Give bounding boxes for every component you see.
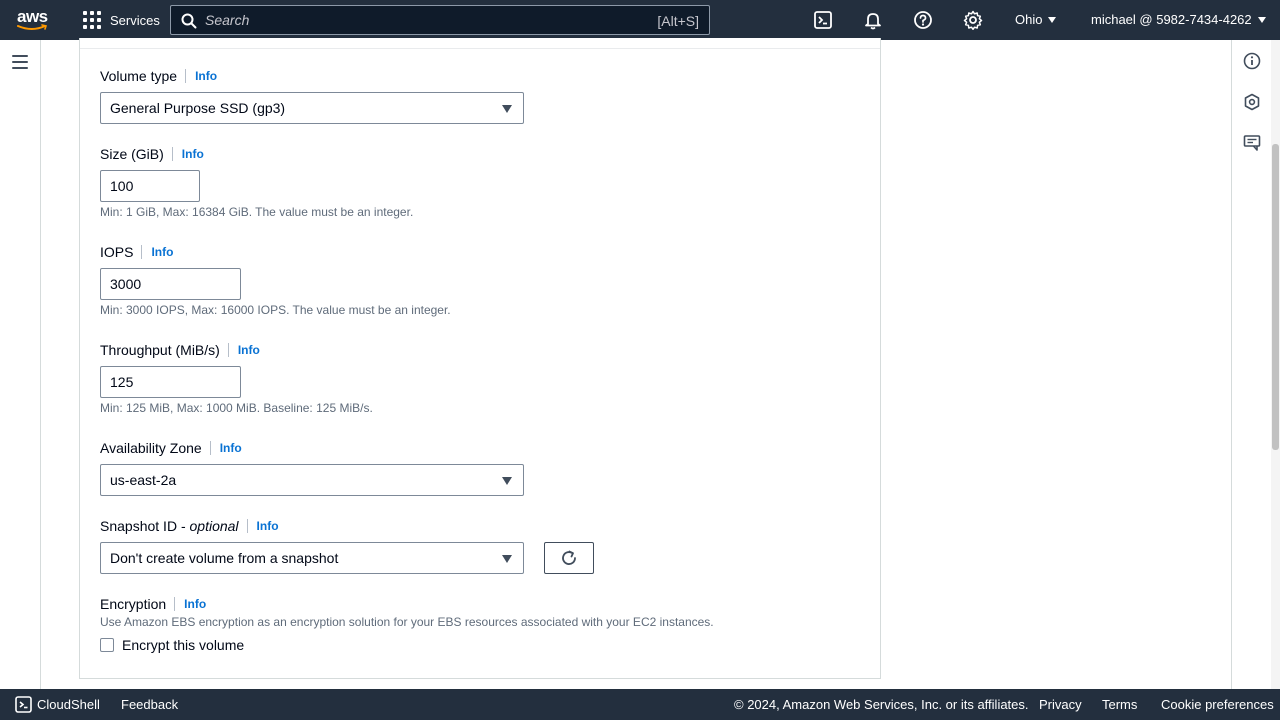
shield-icon[interactable]	[1243, 93, 1261, 111]
region-label: Ohio	[1015, 12, 1043, 27]
size-label: Size (GiB) Info	[100, 146, 204, 162]
main-content: Volume type Info General Purpose SSD (gp…	[41, 38, 1231, 689]
encryption-info-link[interactable]: Info	[174, 597, 206, 611]
footer-cloudshell-link[interactable]: CloudShell	[37, 697, 100, 712]
search-icon	[181, 13, 197, 29]
throughput-label: Throughput (MiB/s) Info	[100, 342, 260, 358]
volume-type-info-link[interactable]: Info	[185, 69, 217, 83]
iops-info-link[interactable]: Info	[141, 245, 173, 259]
snapshot-info-link[interactable]: Info	[246, 519, 279, 533]
encrypt-volume-option[interactable]: Encrypt this volume	[100, 637, 244, 653]
size-input[interactable]	[100, 170, 200, 202]
snapshot-value: Don't create volume from a snapshot	[110, 550, 339, 566]
volume-type-value: General Purpose SSD (gp3)	[110, 100, 286, 116]
snapshot-optional-text: optional	[189, 518, 239, 534]
iops-input[interactable]	[100, 268, 241, 300]
snapshot-select[interactable]: Don't create volume from a snapshot	[100, 542, 524, 574]
encrypt-volume-label: Encrypt this volume	[122, 637, 245, 653]
account-label: michael @ 5982-7434-4262	[1091, 12, 1252, 27]
services-label: Services	[110, 12, 160, 28]
footer-cookie-preferences-link[interactable]: Cookie preferences	[1161, 697, 1274, 712]
size-label-text: Size (GiB)	[100, 146, 164, 162]
snapshot-label: Snapshot ID - optional Info	[100, 518, 279, 534]
availability-zone-info-link[interactable]: Info	[209, 441, 242, 455]
size-info-link[interactable]: Info	[171, 147, 204, 161]
gear-icon[interactable]	[963, 10, 983, 30]
right-rail	[1231, 40, 1271, 689]
aws-logo-text: aws	[17, 7, 48, 26]
region-caret-icon	[1048, 16, 1057, 23]
encryption-label-text: Encryption	[100, 596, 167, 612]
throughput-info-link[interactable]: Info	[227, 343, 260, 357]
cloudshell-icon[interactable]	[15, 696, 32, 713]
aws-logo[interactable]: aws	[17, 8, 51, 32]
search-bar: [Alt+S]	[170, 5, 710, 35]
footer-terms-link[interactable]: Terms	[1102, 697, 1137, 712]
footer-copyright: © 2024, Amazon Web Services, Inc. or its…	[734, 697, 1029, 712]
account-menu[interactable]: michael @ 5982-7434-4262	[1091, 12, 1266, 27]
iops-hint: Min: 3000 IOPS, Max: 16000 IOPS. The val…	[100, 303, 451, 317]
services-menu-button[interactable]: Services	[83, 11, 160, 29]
size-hint: Min: 1 GiB, Max: 16384 GiB. The value mu…	[100, 205, 414, 219]
volume-type-label-text: Volume type	[100, 68, 178, 84]
volume-settings-panel: Volume type Info General Purpose SSD (gp…	[79, 38, 881, 679]
search-shortcut-hint: [Alt+S]	[657, 13, 699, 29]
cloudshell-icon[interactable]	[813, 10, 833, 30]
encrypt-volume-checkbox[interactable]	[100, 638, 114, 652]
chevron-down-icon	[502, 477, 512, 485]
menu-icon[interactable]	[12, 55, 28, 69]
throughput-hint: Min: 125 MiB, Max: 1000 MiB. Baseline: 1…	[100, 401, 373, 415]
bell-icon[interactable]	[863, 10, 883, 30]
volume-type-select[interactable]: General Purpose SSD (gp3)	[100, 92, 524, 124]
top-navigation: aws Services [Alt+S] O	[0, 0, 1280, 40]
encryption-label: Encryption Info	[100, 596, 206, 612]
services-grid-icon	[83, 11, 101, 29]
throughput-label-text: Throughput (MiB/s)	[100, 342, 220, 358]
refresh-icon	[562, 550, 576, 565]
refresh-snapshots-button[interactable]	[544, 542, 594, 574]
page-scrollbar[interactable]	[1271, 40, 1280, 689]
panel-divider	[80, 48, 880, 49]
region-selector[interactable]: Ohio	[1015, 12, 1057, 27]
throughput-input[interactable]	[100, 366, 241, 398]
availability-zone-select[interactable]: us-east-2a	[100, 464, 524, 496]
footer-feedback-link[interactable]: Feedback	[121, 697, 178, 712]
iops-label: IOPS Info	[100, 244, 173, 260]
footer-privacy-link[interactable]: Privacy	[1039, 697, 1082, 712]
snapshot-label-text: Snapshot ID -	[100, 518, 190, 534]
footer: CloudShell Feedback © 2024, Amazon Web S…	[0, 689, 1280, 720]
help-icon[interactable]	[913, 10, 933, 30]
iops-label-text: IOPS	[100, 244, 134, 260]
volume-type-label: Volume type Info	[100, 68, 217, 84]
left-rail	[0, 40, 41, 689]
availability-zone-label: Availability Zone Info	[100, 440, 242, 456]
account-caret-icon	[1257, 16, 1266, 23]
scrollbar-thumb[interactable]	[1272, 144, 1279, 450]
encryption-description: Use Amazon EBS encryption as an encrypti…	[100, 615, 714, 629]
search-input[interactable]	[205, 10, 645, 30]
aws-smile-icon	[17, 24, 48, 30]
availability-zone-label-text: Availability Zone	[100, 440, 202, 456]
availability-zone-value: us-east-2a	[110, 472, 177, 488]
chevron-down-icon	[502, 105, 512, 113]
info-icon[interactable]	[1243, 52, 1261, 70]
feedback-panel-icon[interactable]	[1243, 134, 1261, 152]
chevron-down-icon	[502, 555, 512, 563]
